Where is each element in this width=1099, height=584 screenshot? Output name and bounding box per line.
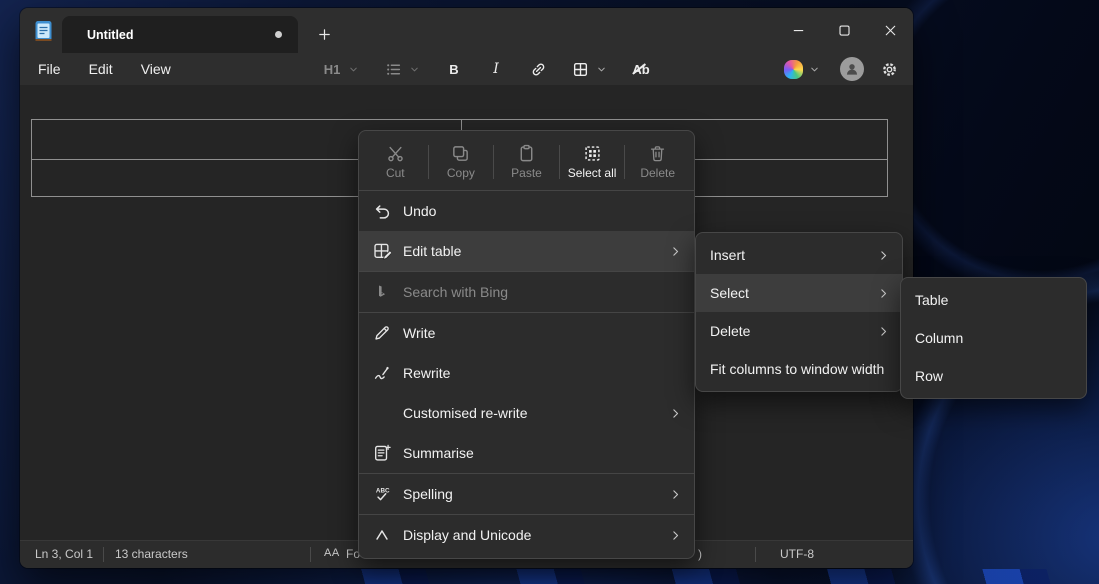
encoding-label: UTF-8 [780, 547, 814, 561]
unsaved-indicator-dot [275, 31, 282, 38]
account-button[interactable] [840, 57, 864, 81]
copy-button: Copy [429, 136, 494, 188]
menu-item-search-with-bing: Search with Bing [359, 272, 694, 312]
character-count: 13 characters [115, 547, 188, 561]
close-button[interactable] [867, 8, 913, 53]
command-bar: File Edit View H1 B I [20, 53, 913, 85]
trash-icon [648, 144, 667, 163]
menu-item-display-and-unicode[interactable]: Display and Unicode [359, 515, 694, 555]
submenu-item-table[interactable]: Table [901, 281, 1086, 319]
italic-button[interactable]: I [484, 56, 508, 82]
chevron-right-icon [877, 249, 890, 262]
line-ending-clipped: ) [698, 547, 702, 561]
menu-edit[interactable]: Edit [79, 57, 123, 81]
cursor-position: Ln 3, Col 1 [35, 547, 93, 561]
undo-icon [372, 201, 392, 221]
chevron-right-icon [877, 325, 890, 338]
text-size-icon: AA [324, 547, 340, 559]
clear-formatting-button[interactable]: Ab [629, 56, 653, 82]
select-all-icon [583, 144, 602, 163]
titlebar[interactable]: Untitled [20, 8, 913, 53]
chevron-down-icon[interactable] [809, 64, 820, 75]
submenu-item-select[interactable]: Select [696, 274, 902, 312]
tab-untitled[interactable]: Untitled [62, 16, 298, 53]
chevron-right-icon [669, 245, 682, 258]
menu-item-edit-table[interactable]: Edit table [359, 231, 694, 271]
bold-button[interactable]: B [442, 56, 466, 82]
menu-item-rewrite[interactable]: Rewrite [359, 353, 694, 393]
context-menu: Cut Copy Paste [358, 130, 695, 559]
menu-file[interactable]: File [28, 57, 71, 81]
chevron-right-icon [669, 407, 682, 420]
menu-view[interactable]: View [131, 57, 181, 81]
submenu-item-insert[interactable]: Insert [696, 236, 902, 274]
menu-item-customised-rewrite[interactable]: Customised re-write [359, 393, 694, 433]
svg-text:ABC: ABC [376, 487, 390, 494]
chevron-right-icon [669, 488, 682, 501]
menu-item-write[interactable]: Write [359, 313, 694, 353]
chevron-down-icon[interactable] [596, 64, 607, 75]
chevron-down-icon [348, 64, 359, 75]
minimize-button[interactable] [775, 8, 821, 53]
table-icon [572, 61, 589, 78]
list-button [381, 56, 405, 82]
heading-style-button: H1 [320, 56, 344, 82]
gear-icon [881, 61, 898, 78]
copy-icon [451, 144, 470, 163]
notepad-app-icon [33, 20, 54, 42]
clipboard-icon [517, 144, 536, 163]
link-button[interactable] [526, 56, 550, 82]
spelling-icon: ABC [372, 484, 392, 504]
maximize-icon [837, 23, 852, 38]
settings-button[interactable] [874, 55, 904, 83]
plus-icon [317, 27, 332, 42]
caret-icon [372, 525, 392, 545]
cut-button: Cut [363, 136, 428, 188]
minimize-icon [791, 23, 806, 38]
tab-title: Untitled [87, 28, 134, 42]
copilot-icon[interactable] [784, 60, 803, 79]
submenu-item-row[interactable]: Row [901, 357, 1086, 395]
edit-table-icon [372, 241, 392, 261]
menu-item-summarise[interactable]: Summarise [359, 433, 694, 473]
summarise-icon [372, 443, 392, 463]
close-icon [883, 23, 898, 38]
select-all-button[interactable]: Select all [560, 136, 625, 188]
menu-item-undo[interactable]: Undo [359, 191, 694, 231]
desktop: Untitled File Edit View [0, 0, 1099, 584]
menu-item-spelling[interactable]: ABC Spelling [359, 474, 694, 514]
calligraphy-pen-icon [372, 363, 392, 383]
scissors-icon [386, 144, 405, 163]
submenu-item-delete[interactable]: Delete [696, 312, 902, 350]
chevron-right-icon [669, 529, 682, 542]
submenu-item-column[interactable]: Column [901, 319, 1086, 357]
edit-table-submenu: Insert Select Delete Fit columns to wind… [695, 232, 903, 392]
table-button[interactable] [568, 56, 592, 82]
clear-formatting-icon: Ab [632, 62, 649, 77]
delete-button: Delete [625, 136, 690, 188]
pen-icon [372, 323, 392, 343]
maximize-button[interactable] [821, 8, 867, 53]
wallpaper-bloom [330, 569, 1099, 584]
bing-icon [372, 282, 392, 302]
bullet-list-icon [385, 61, 402, 78]
link-icon [530, 61, 547, 78]
chevron-down-icon [409, 64, 420, 75]
new-tab-button[interactable] [312, 22, 336, 46]
paste-button: Paste [494, 136, 559, 188]
submenu-item-fit-columns[interactable]: Fit columns to window width [696, 350, 902, 388]
chevron-right-icon [877, 287, 890, 300]
person-icon [844, 61, 860, 77]
select-submenu: Table Column Row [900, 277, 1087, 399]
